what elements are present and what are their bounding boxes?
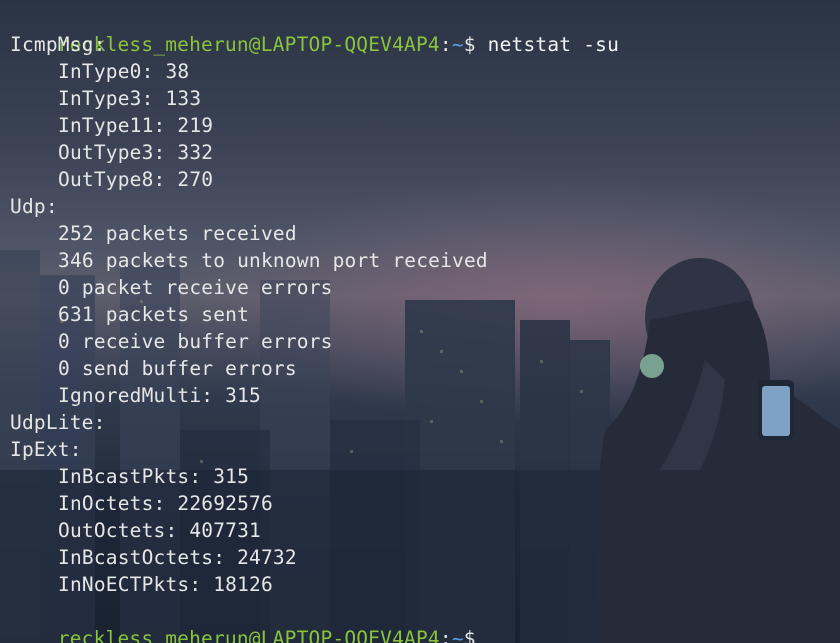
prompt-user-host: reckless_meherun@LAPTOP-QQEV4AP4 bbox=[57, 33, 440, 56]
output-section-header: IpExt: bbox=[10, 438, 82, 461]
command-output: IcmpMsg: InType0: 38 InType3: 133 InType11:… bbox=[10, 31, 840, 598]
output-value-line: OutType8: 270 bbox=[58, 168, 214, 191]
prompt-symbol: $ bbox=[463, 33, 476, 56]
active-prompt-line[interactable]: reckless_meherun@LAPTOP-QQEV4AP4:~$ bbox=[10, 598, 840, 643]
output-value-line: InBcastOctets: 24732 bbox=[58, 546, 297, 569]
output-value-line: 0 send buffer errors bbox=[58, 357, 297, 380]
output-value-line: InOctets: 22692576 bbox=[58, 492, 273, 515]
output-value-line: 631 packets sent bbox=[58, 303, 250, 326]
output-value-line: InType0: 38 bbox=[58, 60, 190, 83]
prompt-path: ~ bbox=[451, 33, 464, 56]
prompt-path: ~ bbox=[451, 627, 464, 643]
output-value-line: InNoECTPkts: 18126 bbox=[58, 573, 273, 596]
output-value-line: 346 packets to unknown port received bbox=[58, 249, 488, 272]
output-value-line: OutOctets: 407731 bbox=[58, 519, 261, 542]
prompt-user-host: reckless_meherun@LAPTOP-QQEV4AP4 bbox=[57, 627, 440, 643]
prompt-separator: : bbox=[439, 627, 452, 643]
prompt-symbol: $ bbox=[463, 627, 476, 643]
output-value-line: IgnoredMulti: 315 bbox=[58, 384, 261, 407]
output-value-line: 252 packets received bbox=[58, 222, 297, 245]
output-value-line: InType11: 219 bbox=[58, 114, 214, 137]
command-line: reckless_meherun@LAPTOP-QQEV4AP4:~$ nets… bbox=[10, 4, 840, 56]
output-value-line: 0 packet receive errors bbox=[58, 276, 333, 299]
output-value-line: InType3: 133 bbox=[58, 87, 202, 110]
output-section-header: Udp: bbox=[10, 195, 58, 218]
command-text: netstat -su bbox=[487, 33, 620, 56]
output-value-line: InBcastPkts: 315 bbox=[58, 465, 250, 488]
terminal-window[interactable]: reckless_meherun@LAPTOP-QQEV4AP4:~$ nets… bbox=[0, 0, 840, 643]
output-value-line: 0 receive buffer errors bbox=[58, 330, 333, 353]
output-section-header: UdpLite: bbox=[10, 411, 106, 434]
prompt-separator: : bbox=[439, 33, 452, 56]
output-value-line: OutType3: 332 bbox=[58, 141, 214, 164]
